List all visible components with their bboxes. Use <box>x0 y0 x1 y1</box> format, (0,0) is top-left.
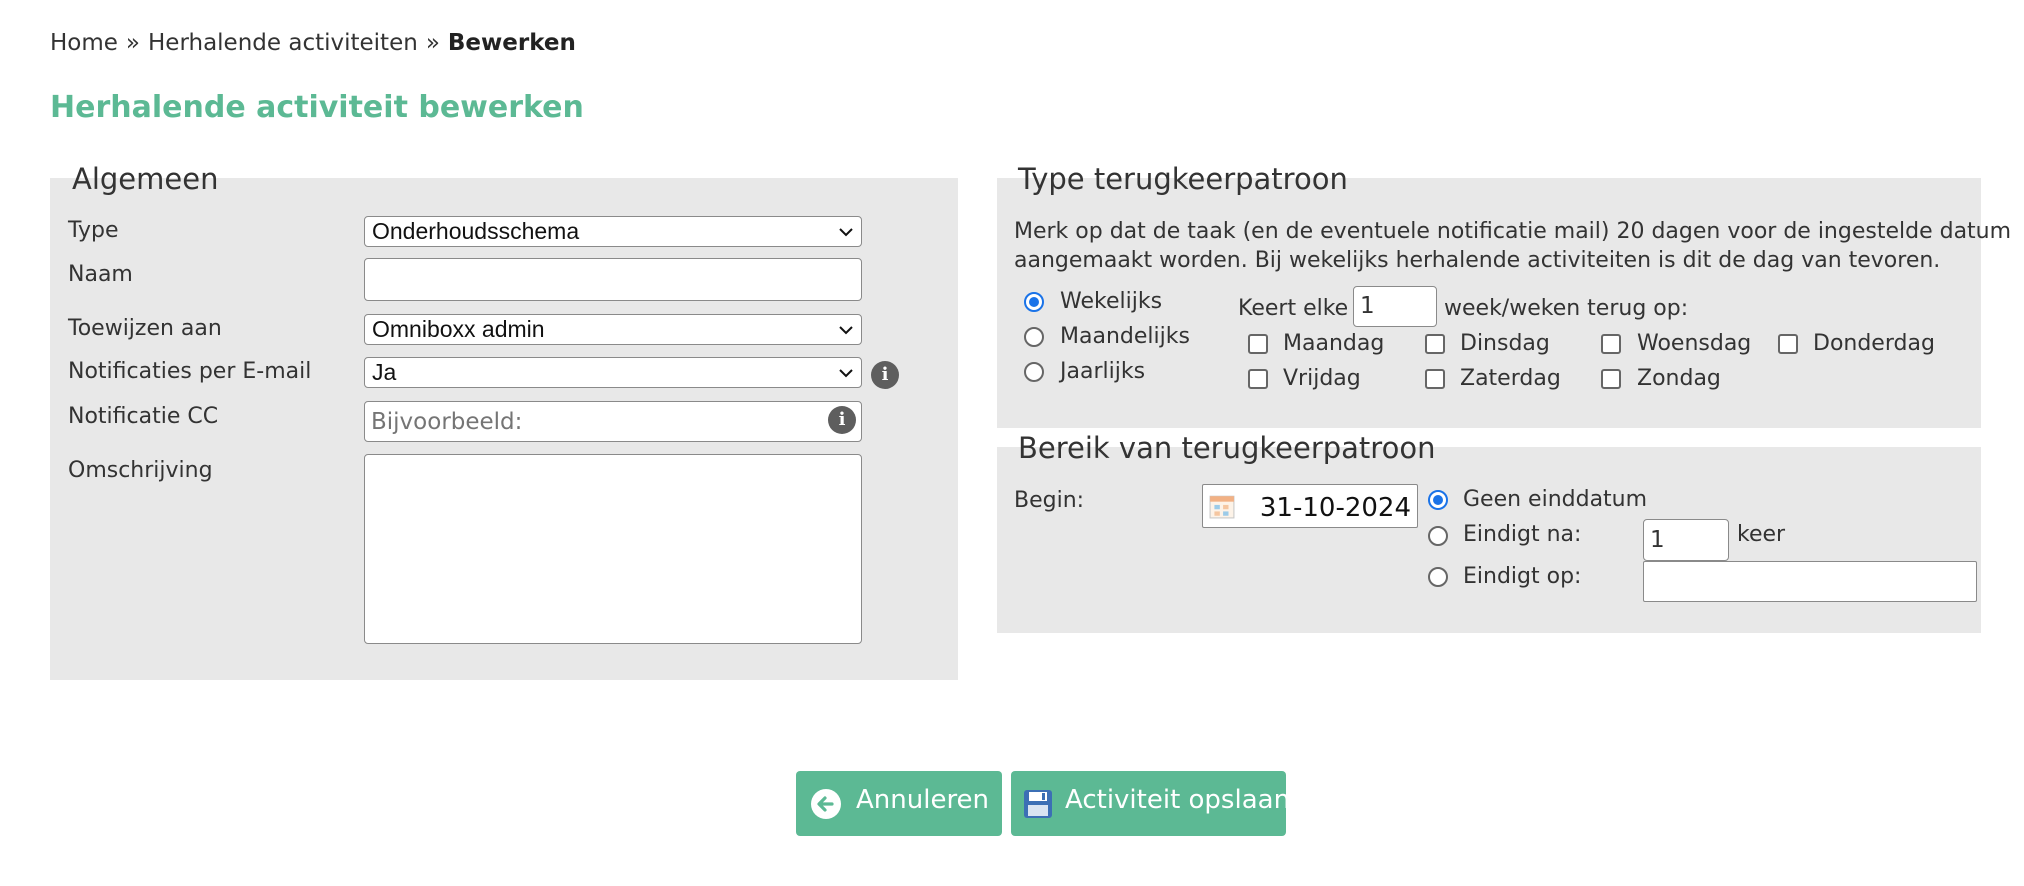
radio-weekly-label[interactable]: Wekelijks <box>1060 289 1162 314</box>
checkbox-thursday-label[interactable]: Donderdag <box>1813 331 1935 356</box>
description-textarea[interactable] <box>364 454 862 644</box>
info-icon[interactable]: i <box>828 406 856 434</box>
end-on-date-input[interactable] <box>1643 561 1977 602</box>
save-button-label: Activiteit opslaan <box>1065 785 1291 815</box>
radio-monthly-label[interactable]: Maandelijks <box>1060 324 1190 349</box>
checkbox-tuesday-label[interactable]: Dinsdag <box>1460 331 1550 356</box>
radio-no-end-date[interactable] <box>1428 490 1448 510</box>
assign-select[interactable]: Omniboxx admin <box>364 314 862 345</box>
description-label: Omschrijving <box>68 458 213 483</box>
begin-date-input[interactable]: 31-10-2024 <box>1202 484 1418 528</box>
notifications-label: Notificaties per E-mail <box>68 359 312 384</box>
cancel-button[interactable]: Annuleren <box>796 771 1002 836</box>
breadcrumb-separator: » <box>125 30 140 56</box>
calendar-icon[interactable] <box>1209 493 1235 519</box>
radio-monthly[interactable] <box>1024 327 1044 347</box>
pattern-legend: Type terugkeerpatroon <box>1018 162 1348 196</box>
page-title: Herhalende activiteit bewerken <box>50 90 584 125</box>
cc-input[interactable]: Bijvoorbeeld: i <box>364 401 862 442</box>
chevron-down-icon <box>839 369 853 378</box>
type-select[interactable]: Onderhoudsschema <box>364 216 862 247</box>
checkbox-sunday[interactable] <box>1601 369 1621 389</box>
checkbox-monday-label[interactable]: Maandag <box>1283 331 1384 356</box>
radio-end-on-label[interactable]: Eindigt op: <box>1463 564 1581 589</box>
radio-yearly[interactable] <box>1024 362 1044 382</box>
recur-suffix: week/weken terug op: <box>1444 296 1689 321</box>
pattern-note-line2: aangemaakt worden. Bij wekelijks herhale… <box>1014 248 1941 273</box>
save-button[interactable]: Activiteit opslaan <box>1011 771 1290 836</box>
recur-interval-input[interactable]: 1 <box>1353 286 1437 327</box>
breadcrumb: Home » Herhalende activiteiten » Bewerken <box>50 30 576 56</box>
checkbox-friday[interactable] <box>1248 369 1268 389</box>
radio-end-after-label[interactable]: Eindigt na: <box>1463 522 1581 547</box>
general-legend: Algemeen <box>72 162 219 196</box>
checkbox-wednesday-label[interactable]: Woensdag <box>1637 331 1751 356</box>
breadcrumb-current: Bewerken <box>447 30 576 56</box>
notifications-select-value: Ja <box>372 359 397 385</box>
notifications-select[interactable]: Ja <box>364 357 862 388</box>
range-legend: Bereik van terugkeerpatroon <box>1018 431 1436 465</box>
begin-label: Begin: <box>1014 488 1085 513</box>
recur-prefix: Keert elke <box>1238 296 1349 321</box>
radio-yearly-label[interactable]: Jaarlijks <box>1060 359 1145 384</box>
checkbox-friday-label[interactable]: Vrijdag <box>1283 366 1361 391</box>
checkbox-tuesday[interactable] <box>1425 334 1445 354</box>
radio-end-on[interactable] <box>1428 567 1448 587</box>
breadcrumb-recurring-activities[interactable]: Herhalende activiteiten <box>148 30 418 56</box>
assign-label: Toewijzen aan <box>68 316 222 341</box>
type-label: Type <box>68 218 119 243</box>
checkbox-sunday-label[interactable]: Zondag <box>1637 366 1721 391</box>
chevron-down-icon <box>839 326 853 335</box>
cancel-button-label: Annuleren <box>856 785 990 815</box>
checkbox-saturday[interactable] <box>1425 369 1445 389</box>
begin-date-value: 31-10-2024 <box>1259 493 1411 523</box>
checkbox-thursday[interactable] <box>1778 334 1798 354</box>
breadcrumb-home[interactable]: Home <box>50 30 118 56</box>
checkbox-saturday-label[interactable]: Zaterdag <box>1460 366 1561 391</box>
arrow-left-circle-icon <box>811 789 841 819</box>
end-after-unit: keer <box>1737 522 1786 547</box>
floppy-disk-icon <box>1024 790 1052 818</box>
cc-label: Notificatie CC <box>68 404 219 429</box>
end-after-input[interactable]: 1 <box>1643 519 1729 561</box>
chevron-down-icon <box>839 228 853 237</box>
checkbox-monday[interactable] <box>1248 334 1268 354</box>
radio-weekly[interactable] <box>1024 292 1044 312</box>
breadcrumb-separator: » <box>425 30 440 56</box>
name-label: Naam <box>68 262 133 287</box>
cc-placeholder: Bijvoorbeeld: <box>371 409 523 435</box>
assign-select-value: Omniboxx admin <box>372 316 545 342</box>
info-icon[interactable]: i <box>871 361 899 389</box>
type-select-value: Onderhoudsschema <box>372 218 580 244</box>
pattern-note-line1: Merk op dat de taak (en de eventuele not… <box>1014 219 2012 244</box>
radio-no-end-date-label[interactable]: Geen einddatum <box>1463 487 1647 512</box>
name-input[interactable] <box>364 258 862 301</box>
checkbox-wednesday[interactable] <box>1601 334 1621 354</box>
radio-end-after[interactable] <box>1428 526 1448 546</box>
